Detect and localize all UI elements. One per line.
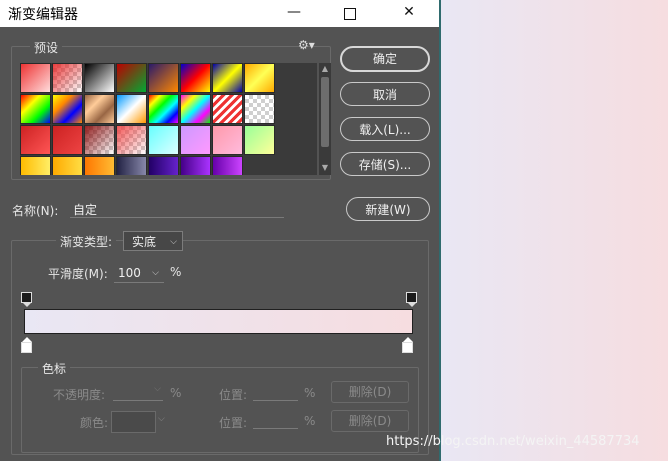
gradient-type-value: 实底: [132, 235, 157, 249]
scroll-up-arrow-icon[interactable]: ▲: [320, 64, 330, 73]
canvas-background: [441, 0, 668, 461]
preset-swatch[interactable]: [180, 125, 211, 155]
maximize-icon: [344, 8, 356, 20]
position-label: 位置:: [219, 416, 248, 430]
preset-swatch[interactable]: [212, 63, 243, 93]
preset-swatch[interactable]: [148, 94, 179, 124]
smoothness-label: 平滑度(M):: [48, 267, 108, 281]
preset-swatch[interactable]: [244, 125, 275, 155]
preset-swatch-grid: [20, 63, 317, 175]
preset-swatch[interactable]: [180, 156, 211, 175]
position-unit: %: [304, 386, 316, 400]
preset-swatch[interactable]: [20, 125, 51, 155]
position-unit: %: [304, 414, 316, 428]
gradient-type-label: 渐变类型:: [56, 233, 117, 250]
opacity-label: 不透明度:: [53, 388, 106, 402]
preset-swatch[interactable]: [116, 63, 147, 93]
preset-swatch[interactable]: [52, 94, 83, 124]
cancel-button[interactable]: 取消: [340, 82, 430, 106]
preset-swatch[interactable]: [116, 125, 147, 155]
opacity-stop-right[interactable]: [406, 292, 417, 307]
preset-swatch[interactable]: [116, 94, 147, 124]
preset-swatch[interactable]: [148, 125, 179, 155]
gradient-preview-bar[interactable]: [24, 309, 413, 334]
load-button[interactable]: 载入(L)...: [340, 117, 430, 141]
opacity-input: ⌵: [113, 384, 163, 401]
preset-swatch[interactable]: [52, 63, 83, 93]
smoothness-select[interactable]: 100 ⌵: [114, 263, 164, 283]
window-edge: [439, 0, 441, 461]
preset-swatch[interactable]: [180, 63, 211, 93]
chevron-down-icon: ⌵: [154, 384, 161, 394]
title-bar: 渐变编辑器 — ✕: [0, 0, 439, 27]
preset-swatch[interactable]: [20, 63, 51, 93]
preset-swatch[interactable]: [116, 156, 147, 175]
smoothness-value: 100: [118, 266, 141, 280]
opacity-stop-left[interactable]: [21, 292, 32, 307]
scroll-down-arrow-icon[interactable]: ▼: [320, 163, 330, 172]
preset-swatch[interactable]: [148, 63, 179, 93]
presets-group: 预设 ⚙▾ ▲ ▼: [11, 38, 331, 180]
preset-swatch[interactable]: [20, 94, 51, 124]
preset-swatch[interactable]: [180, 94, 211, 124]
preset-swatch[interactable]: [212, 156, 243, 175]
color-well: [111, 411, 156, 433]
opacity-unit: %: [170, 386, 182, 400]
gradient-type-select[interactable]: 实底 ⌵: [123, 231, 183, 251]
color-stop-right[interactable]: [402, 337, 413, 353]
color-position-input: [253, 412, 298, 429]
preset-swatch[interactable]: [20, 156, 51, 175]
watermark-url: https://blog.csdn.net/weixin_44587734: [386, 434, 640, 449]
opacity-position-input: [253, 384, 298, 401]
color-stop-left[interactable]: [21, 337, 32, 353]
chevron-down-icon: ⌵: [158, 414, 165, 424]
preset-swatch[interactable]: [84, 156, 115, 175]
preset-swatch[interactable]: [52, 125, 83, 155]
preset-swatch[interactable]: [244, 63, 275, 93]
preset-swatch[interactable]: [212, 125, 243, 155]
ok-button[interactable]: 确定: [340, 46, 430, 72]
save-button[interactable]: 存储(S)...: [340, 152, 430, 176]
minimize-button[interactable]: —: [271, 0, 317, 27]
preset-swatch[interactable]: [52, 156, 83, 175]
preset-swatch[interactable]: [212, 94, 243, 124]
position-label: 位置:: [219, 388, 248, 402]
window-title: 渐变编辑器: [8, 7, 78, 23]
preset-swatch[interactable]: [84, 125, 115, 155]
new-button[interactable]: 新建(W): [346, 197, 430, 221]
presets-scrollbar[interactable]: ▲ ▼: [319, 63, 331, 175]
gradient-editor-dialog: 渐变编辑器 — ✕ 预设 ⚙▾ ▲ ▼ 确定 取消 载入(L)... 存储(S)…: [0, 0, 439, 461]
name-label: 名称(N):: [12, 204, 59, 218]
presets-label: 预设: [30, 39, 63, 56]
scrollbar-thumb[interactable]: [321, 77, 329, 147]
smoothness-unit: %: [170, 265, 182, 279]
color-stops-legend: 色标: [38, 360, 71, 377]
color-label: 颜色:: [80, 416, 109, 430]
gear-icon[interactable]: ⚙▾: [298, 38, 315, 52]
preset-swatch[interactable]: [244, 94, 275, 124]
preset-swatch[interactable]: [84, 94, 115, 124]
chevron-down-icon: ⌵: [170, 237, 177, 247]
preset-swatch[interactable]: [148, 156, 179, 175]
maximize-button[interactable]: [327, 0, 373, 27]
close-button[interactable]: ✕: [386, 0, 432, 27]
delete-color-stop-button: 删除(D): [331, 410, 409, 432]
name-input[interactable]: 自定: [70, 201, 284, 218]
delete-opacity-stop-button: 删除(D): [331, 381, 409, 403]
chevron-down-icon: ⌵: [152, 268, 159, 278]
preset-swatch[interactable]: [84, 63, 115, 93]
